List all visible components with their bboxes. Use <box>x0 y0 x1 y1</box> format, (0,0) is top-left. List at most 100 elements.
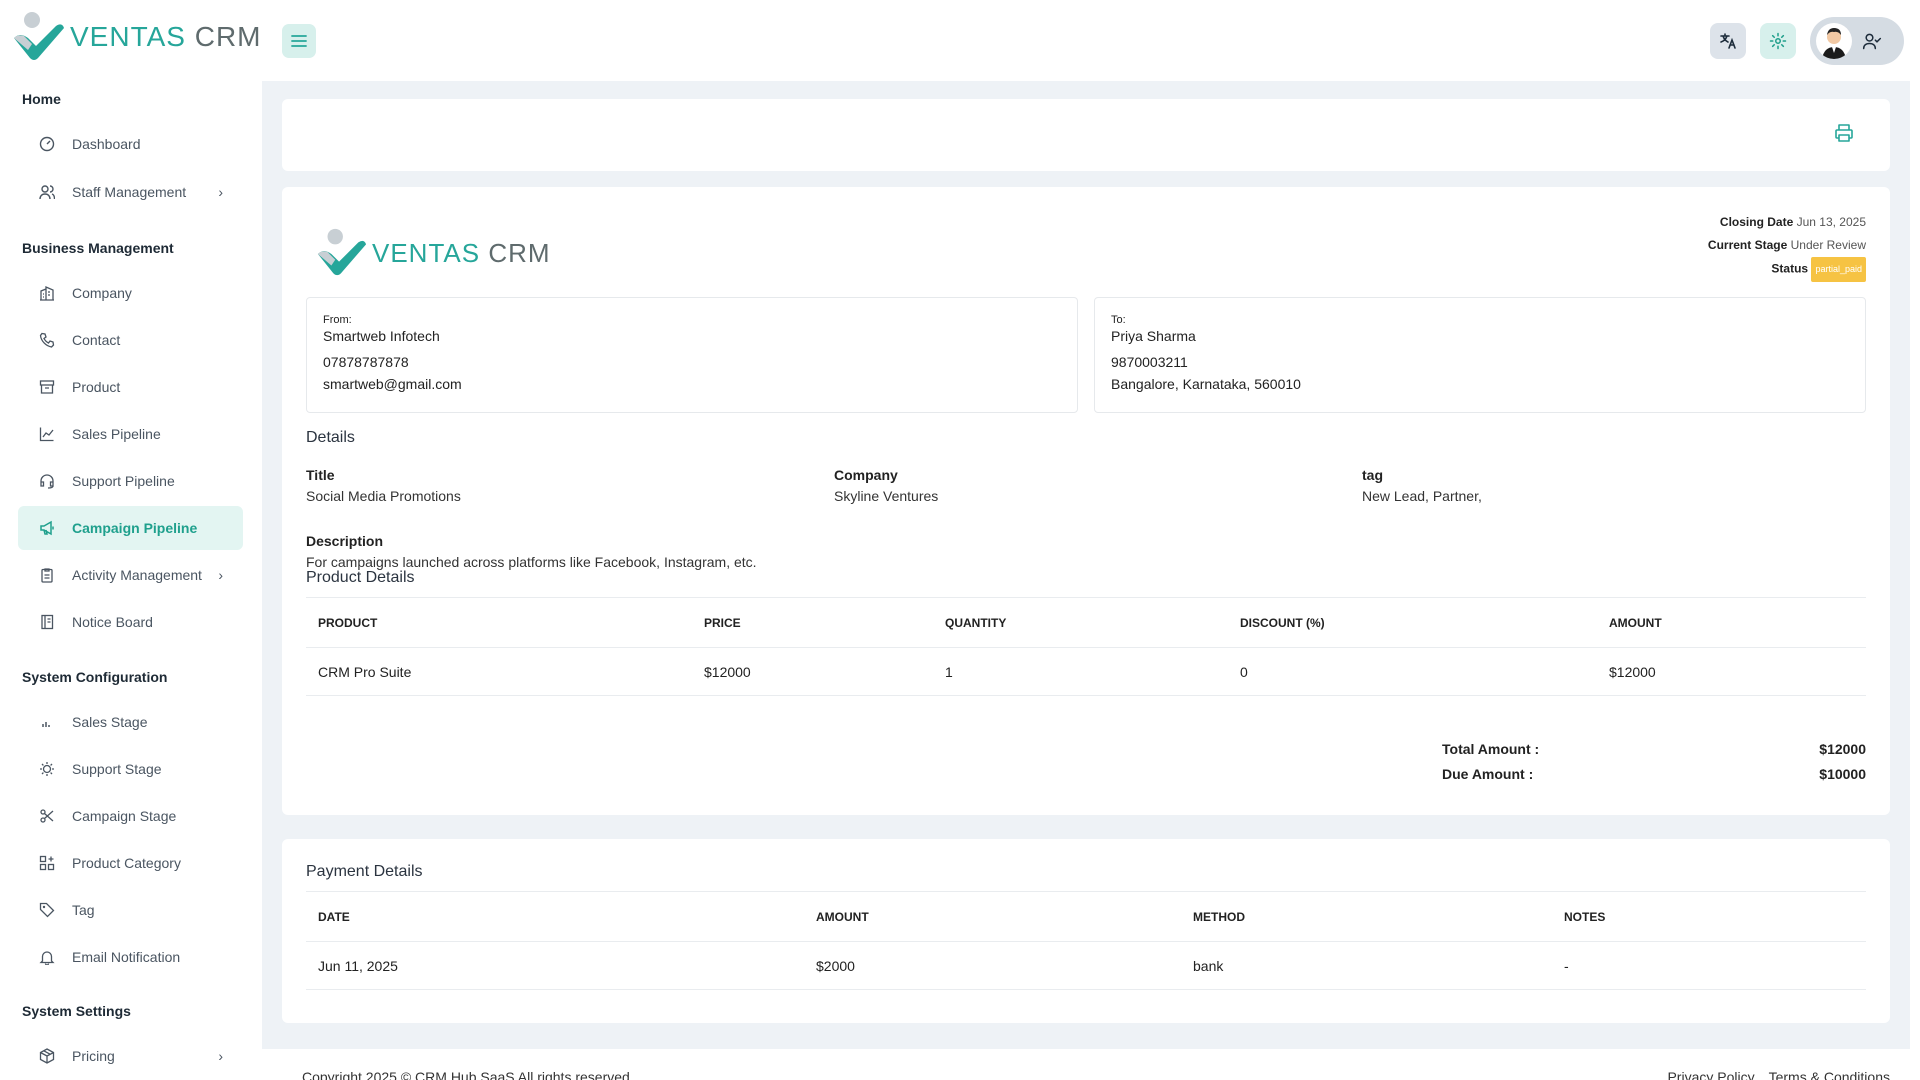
table-header-row: DATE AMOUNT METHOD NOTES <box>306 891 1866 942</box>
sidebar-item-product-category[interactable]: Product Category <box>18 841 243 885</box>
sidebar-item-label: Pricing <box>72 1048 115 1064</box>
status-label: Status <box>1771 261 1809 276</box>
sidebar-item-label: Campaign Stage <box>72 808 177 824</box>
col-amount: AMOUNT <box>804 891 1181 942</box>
category-icon <box>38 854 56 872</box>
sidebar-item-activity-management[interactable]: Activity Management › <box>18 553 243 597</box>
from-email: smartweb@gmail.com <box>323 376 462 392</box>
sidebar-item-label: Email Notification <box>72 949 181 965</box>
chevron-right-icon: › <box>218 567 223 583</box>
product-details-heading: Product Details <box>306 569 415 586</box>
settings-button[interactable] <box>1760 23 1796 59</box>
due-row: Due Amount : $10000 <box>1442 766 1866 791</box>
privacy-policy-link[interactable]: Privacy Policy <box>1667 1069 1754 1080</box>
user-avatar-icon <box>1822 28 1846 59</box>
table-row: Jun 11, 2025 $2000 bank - <box>306 941 1866 990</box>
sidebar-section-home: Home <box>22 91 61 107</box>
sidebar-item-label: Product Category <box>72 855 181 871</box>
top-right-actions <box>1710 17 1904 65</box>
invoice-meta: Closing Date Jun 13, 2025 Current Stage … <box>1708 211 1866 282</box>
logo-mark-icon <box>14 12 64 60</box>
to-label: To: <box>1111 314 1126 326</box>
payment-table: DATE AMOUNT METHOD NOTES Jun 11, 2025 $2… <box>306 891 1866 990</box>
sidebar-item-product[interactable]: Product <box>18 365 243 409</box>
sidebar-item-label: Tag <box>72 902 95 918</box>
invoice-card: Closing Date Jun 13, 2025 Current Stage … <box>282 187 1890 815</box>
closing-date-label: Closing Date <box>1719 215 1794 229</box>
sidebar-item-tag[interactable]: Tag <box>18 888 243 932</box>
tag-value: New Lead, Partner, <box>1362 488 1482 504</box>
payment-card: Payment Details DATE AMOUNT METHOD NOTES… <box>282 839 1890 1023</box>
sidebar-item-support-stage[interactable]: Support Stage <box>18 747 243 791</box>
sidebar-item-sales-stage[interactable]: Sales Stage <box>18 700 243 744</box>
sidebar-item-email-notification[interactable]: Email Notification <box>18 935 243 979</box>
to-address: Bangalore, Karnataka, 560010 <box>1111 376 1301 392</box>
description-label: Description <box>306 533 384 549</box>
details-heading: Details <box>306 429 355 446</box>
footer-copyright: Copyright 2025 © CRM Hub SaaS All rights… <box>302 1069 634 1080</box>
sidebar-item-sales-pipeline[interactable]: Sales Pipeline <box>18 412 243 456</box>
cell-amount: $12000 <box>1597 647 1866 696</box>
language-button[interactable] <box>1710 23 1746 59</box>
logo-text: VENTAS CRM <box>70 21 262 53</box>
logo-text: VENTAS CRM <box>372 238 551 269</box>
sidebar-item-label: Sales Pipeline <box>72 426 161 442</box>
sidebar-item-support-pipeline[interactable]: Support Pipeline <box>18 459 243 503</box>
menu-toggle-button[interactable] <box>282 24 316 58</box>
print-button[interactable] <box>1834 123 1854 148</box>
col-amount: AMOUNT <box>1597 597 1866 648</box>
logo-text-part2: CRM <box>194 21 262 52</box>
col-quantity: QUANTITY <box>933 597 1228 648</box>
title-field: Title Social Media Promotions <box>306 467 461 504</box>
sidebar-item-contact[interactable]: Contact <box>18 318 243 362</box>
terms-link[interactable]: Terms & Conditions <box>1769 1069 1890 1080</box>
sidebar-item-pricing[interactable]: Pricing › <box>18 1034 243 1078</box>
product-table: PRODUCT PRICE QUANTITY DISCOUNT (%) AMOU… <box>306 597 1866 696</box>
from-name: Smartweb Infotech <box>323 328 440 344</box>
package-icon <box>38 1047 56 1065</box>
description-value: For campaigns launched across platforms … <box>306 554 757 570</box>
printer-icon <box>1835 124 1853 142</box>
to-name: Priya Sharma <box>1111 328 1196 344</box>
logo-mark-icon <box>317 228 367 276</box>
col-method: METHOD <box>1181 891 1552 942</box>
tag-icon <box>38 901 56 919</box>
sidebar-item-campaign-stage[interactable]: Campaign Stage <box>18 794 243 838</box>
cell-price: $12000 <box>692 647 933 696</box>
payment-details-heading: Payment Details <box>306 863 423 880</box>
avatar <box>1816 23 1852 59</box>
logo-text-part1: VENTAS <box>70 21 186 52</box>
building-icon <box>38 284 56 302</box>
sidebar-item-label: Dashboard <box>72 136 141 152</box>
chevron-right-icon: › <box>218 1048 223 1064</box>
table-header-row: PRODUCT PRICE QUANTITY DISCOUNT (%) AMOU… <box>306 597 1866 648</box>
main-content: Closing Date Jun 13, 2025 Current Stage … <box>262 81 1910 1049</box>
closing-date-value: Jun 13, 2025 <box>1796 215 1866 229</box>
profile-menu[interactable] <box>1810 17 1904 65</box>
title-label: Title <box>306 467 335 483</box>
clipboard-icon <box>38 566 56 584</box>
sidebar-item-campaign-pipeline[interactable]: Campaign Pipeline <box>18 506 243 550</box>
invoice-logo: VENTAS CRM <box>314 227 551 279</box>
sidebar-section-business: Business Management <box>22 240 174 256</box>
cell-quantity: 1 <box>933 647 1228 696</box>
col-date: DATE <box>306 891 804 942</box>
col-price: PRICE <box>692 597 933 648</box>
total-value: $12000 <box>1819 741 1866 757</box>
megaphone-icon <box>38 519 56 537</box>
logo-text-part2: CRM <box>488 237 551 268</box>
sidebar-item-dashboard[interactable]: Dashboard <box>18 122 243 166</box>
cell-amount: $2000 <box>804 941 1181 990</box>
company-label: Company <box>834 467 898 483</box>
sidebar-section-system-configuration: System Configuration <box>22 669 168 685</box>
app-logo[interactable]: VENTAS CRM <box>10 10 262 64</box>
bar-chart-icon <box>38 713 56 731</box>
sidebar-item-staff-management[interactable]: Staff Management › <box>18 170 243 214</box>
due-label: Due Amount : <box>1442 766 1534 782</box>
users-icon <box>38 183 56 201</box>
sidebar-item-notice-board[interactable]: Notice Board <box>18 600 243 644</box>
total-label: Total Amount : <box>1442 741 1540 757</box>
sidebar-item-company[interactable]: Company <box>18 271 243 315</box>
scissors-icon <box>38 807 56 825</box>
company-field: Company Skyline Ventures <box>834 467 938 504</box>
